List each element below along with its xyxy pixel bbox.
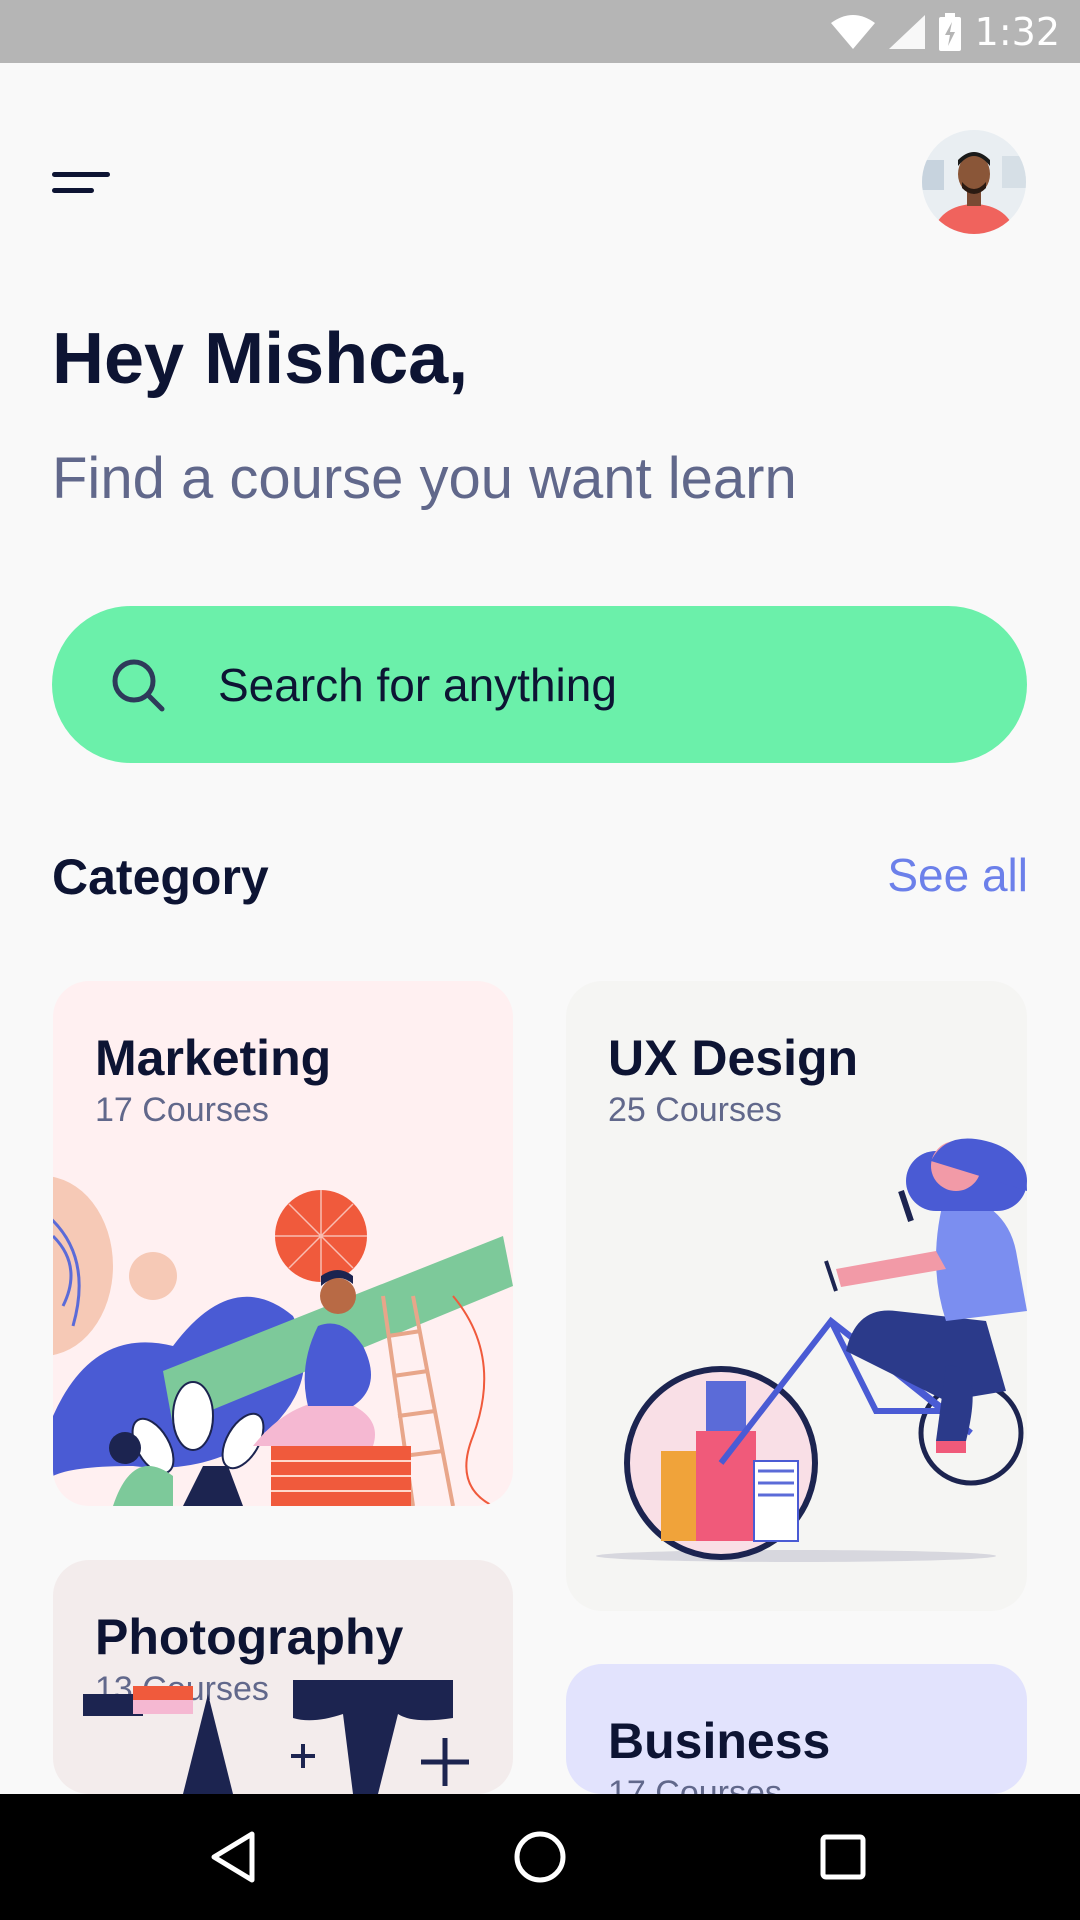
category-title: Business xyxy=(608,1713,831,1769)
search-icon xyxy=(112,659,165,711)
hamburger-menu-icon[interactable] xyxy=(52,168,112,198)
recents-square-icon[interactable] xyxy=(808,1822,878,1892)
status-icons: 1:32 xyxy=(830,0,1060,63)
back-triangle-icon[interactable] xyxy=(200,1822,270,1892)
category-card-business[interactable]: Business 17 Courses xyxy=(566,1664,1027,1794)
wifi-icon xyxy=(830,14,875,49)
category-course-count: 17 Courses xyxy=(95,1091,269,1129)
avatar-image xyxy=(922,130,1026,234)
system-navigation-bar xyxy=(0,1794,1080,1920)
ux-design-illustration xyxy=(596,1138,1027,1562)
category-section-title: Category xyxy=(52,849,269,905)
status-bar: 1:32 xyxy=(0,0,1080,63)
photography-illustration xyxy=(83,1680,469,1794)
menu-line-top xyxy=(52,172,110,177)
cell-signal-icon xyxy=(888,14,925,49)
see-all-link[interactable]: See all xyxy=(887,848,1028,902)
category-title: Photography xyxy=(95,1609,404,1665)
category-title: Marketing xyxy=(95,1030,332,1086)
category-card-ux-design[interactable]: UX Design 25 Courses xyxy=(566,981,1027,1611)
greeting-subtitle: Find a course you want learn xyxy=(52,446,797,511)
marketing-illustration xyxy=(53,1176,513,1506)
menu-line-bottom xyxy=(52,188,94,193)
category-card-photography[interactable]: Photography 13 Courses xyxy=(53,1560,513,1794)
category-title: UX Design xyxy=(608,1030,859,1086)
battery-charging-icon xyxy=(938,12,961,51)
user-avatar[interactable] xyxy=(922,130,1026,234)
category-card-marketing[interactable]: Marketing 17 Courses xyxy=(53,981,513,1506)
home-circle-icon[interactable] xyxy=(505,1822,575,1892)
status-time: 1:32 xyxy=(974,9,1060,54)
search-bar[interactable]: Search for anything xyxy=(52,606,1027,763)
category-course-count: 17 Courses xyxy=(608,1774,782,1794)
search-input[interactable]: Search for anything xyxy=(218,658,617,712)
greeting-title: Hey Mishca, xyxy=(52,319,469,399)
